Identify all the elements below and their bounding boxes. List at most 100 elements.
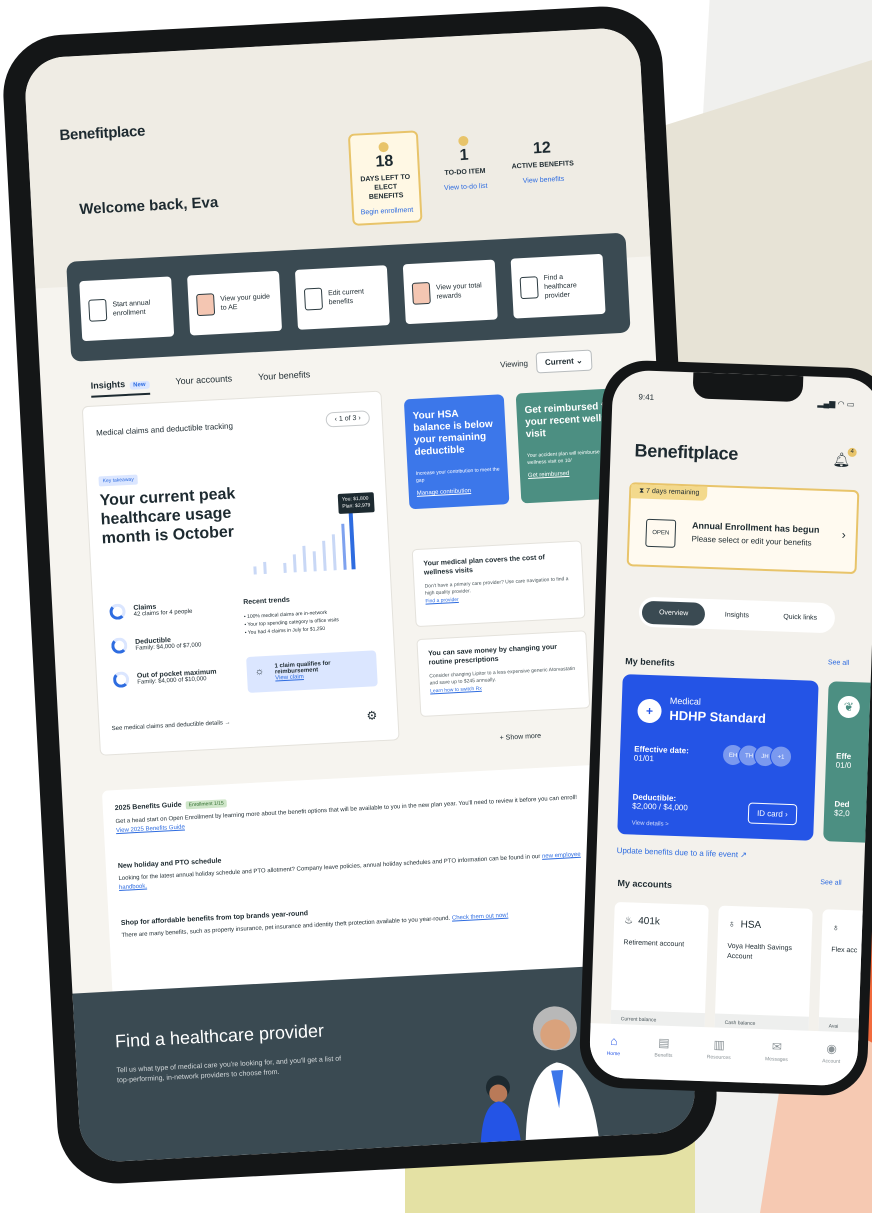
promo-body: Increase your contribution to meet the g… <box>415 466 500 484</box>
envelope-icon: ✉ <box>771 1039 783 1054</box>
chevron-down-icon: ⌄ <box>575 356 583 366</box>
claims-card: Medical claims and deductible tracking ‹… <box>81 390 400 756</box>
resources-icon: ▥ <box>713 1037 726 1052</box>
key-takeaway-tag: Key takeaway <box>98 474 139 487</box>
home-icon: ⌂ <box>609 1033 618 1049</box>
usage-bar <box>253 566 257 575</box>
usage-bar <box>302 545 307 572</box>
phone-notch <box>692 372 804 403</box>
account-card-flex[interactable]: ♁ Flex acc Avai <box>818 909 872 1041</box>
claims-pager[interactable]: ‹ 1 of 3 › <box>325 410 371 428</box>
tabbar-home[interactable]: ⌂ Home <box>606 1034 621 1078</box>
tab-label: Insights <box>90 379 126 391</box>
medical-benefit-card[interactable]: + Medical HDHP Standard Effective date: 0… <box>617 674 819 841</box>
my-accounts-title: My accounts <box>617 877 673 890</box>
phone-brand-logo[interactable]: Benefitplace <box>634 440 738 465</box>
usage-bar <box>292 554 297 573</box>
segment-insights[interactable]: Insights <box>705 610 769 619</box>
recent-trends: Recent trends • 100% medical claims are … <box>243 592 375 637</box>
gear-icon[interactable]: ⚙ <box>366 708 377 723</box>
progress-ring-icon <box>112 671 130 689</box>
piggy-bank-icon: ♁ <box>727 918 736 931</box>
quick-action-label: Find a healthcare provider <box>543 273 577 300</box>
quick-action-start-enrollment[interactable]: Start annual enrollment <box>79 276 175 342</box>
quick-action-find-provider[interactable]: Find a healthcare provider <box>510 253 606 319</box>
member-chips: EH TH JH +1 <box>721 743 793 769</box>
chevron-right-icon: › <box>841 527 847 542</box>
enrollment-icon <box>88 298 108 322</box>
claims-details-link[interactable]: See medical claims and deductible detail… <box>112 720 231 732</box>
benefits-guide-link[interactable]: View 2025 Benefits Guide <box>116 824 185 834</box>
segment-quick-links[interactable]: Quick links <box>768 613 832 622</box>
begin-enrollment-link[interactable]: Begin enrollment <box>358 206 416 218</box>
usage-bar <box>283 562 287 573</box>
viewing-control: Viewing Current ⌄ <box>500 349 593 376</box>
deductible: Deductible: $2,000 / $4,000 <box>632 792 688 812</box>
metric-claims: Claims 42 claims for 4 people <box>109 600 192 621</box>
lightbulb-icon: ☼ <box>254 666 265 678</box>
enrollment-title: Annual Enrollment has begun <box>691 520 820 535</box>
progress-ring-icon <box>109 603 126 621</box>
view-details-link[interactable]: View details > <box>632 820 669 827</box>
guide-icon <box>196 293 216 317</box>
insight-title: You can save money by changing your rout… <box>427 643 558 667</box>
deductible-value: $2,000 / $4,000 <box>632 801 688 813</box>
enrollment-subtitle: Please select or edit your benefits <box>691 534 812 548</box>
metric-deductible: Deductible Family: $4,000 of $7,000 <box>110 633 202 655</box>
banner-description: Tell us what type of medical care you're… <box>116 1055 342 1085</box>
dental-eff-value: 01/0 <box>835 760 852 771</box>
tabbar-benefits[interactable]: ▤ Benefits <box>654 1035 674 1080</box>
show-more-button[interactable]: + Show more <box>500 733 542 742</box>
life-event-link[interactable]: Update benefits due to a life event ↗ <box>616 846 747 860</box>
segment-overview[interactable]: Overview <box>641 600 706 626</box>
insight-wellness[interactable]: Your medical plan covers the cost of wel… <box>411 540 586 628</box>
trends-title: Recent trends <box>243 596 291 607</box>
usage-bar <box>322 540 327 571</box>
id-card-button[interactable]: ID card › <box>747 802 798 826</box>
hsa-promo-card[interactable]: Your HSA balance is below your remaining… <box>403 394 510 510</box>
insight-prescriptions[interactable]: You can save money by changing your rout… <box>416 630 591 718</box>
account-card-hsa[interactable]: ♁ HSA Voya Health Savings Account Cash ba… <box>714 905 813 1039</box>
stat-number: 18 <box>375 152 394 171</box>
bar-tooltip: You: $1,800 Plan: $2,979 <box>337 492 375 515</box>
quick-action-label: Start annual enrollment <box>112 299 151 318</box>
tabbar-account[interactable]: ◉ Account <box>821 1041 841 1086</box>
open-sign-icon: OPEN <box>645 518 677 548</box>
manage-contribution-link[interactable]: Manage contribution <box>416 484 501 500</box>
tabbar-label: Home <box>606 1050 621 1058</box>
dental-ded-value: $2,0 <box>833 808 850 819</box>
account-card-401k[interactable]: ♨ 401k Retirement account Current balance <box>610 901 709 1036</box>
pager-text: 1 of 3 <box>338 414 357 423</box>
benefits-see-all-link[interactable]: See all <box>828 659 850 667</box>
news-item: 2025 Benefits Guide Enrollment 1/15 Get a… <box>115 779 592 836</box>
accounts-see-all-link[interactable]: See all <box>820 879 842 887</box>
tab-your-accounts[interactable]: Your accounts <box>175 373 233 393</box>
benefits-icon: ▤ <box>657 1035 670 1050</box>
claims-title: Medical claims and deductible tracking <box>95 421 234 438</box>
news-item: Shop for affordable benefits from top br… <box>121 894 597 941</box>
quick-action-total-rewards[interactable]: View your total rewards <box>402 259 498 325</box>
check-them-out-link[interactable]: Check them out now! <box>452 913 509 922</box>
usage-bar <box>263 561 267 575</box>
quick-action-edit-benefits[interactable]: Edit current benefits <box>294 265 390 330</box>
status-time: 9:41 <box>638 392 655 402</box>
phone-device: 9:41 ▂▄▆ ◠ ▭ Benefitplace 🔔︎ 4 ⧗ 7 days … <box>578 359 872 1097</box>
tabbar-resources[interactable]: ▥ Resources <box>706 1037 731 1082</box>
enrollment-card[interactable]: ⧗ 7 days remaining OPEN Annual Enrollmen… <box>626 482 860 575</box>
account-name: HSA <box>740 919 762 932</box>
quick-action-guide[interactable]: View your guide to AE <box>187 270 283 336</box>
tab-insights[interactable]: Insights New <box>90 377 151 398</box>
viewing-select[interactable]: Current ⌄ <box>535 349 593 374</box>
news-item: New holiday and PTO schedule Looking for… <box>118 837 595 893</box>
dental-benefit-card[interactable]: ❦ Effe 01/0 Ded $2,0 <box>823 681 872 844</box>
signal-wifi-battery-icon: ▂▄▆ ◠ ▭ <box>817 398 855 409</box>
tabbar-messages[interactable]: ✉ Messages <box>764 1039 788 1084</box>
notification-badge: 4 <box>847 447 857 458</box>
stat-label: ACTIVE BENEFITS <box>511 160 575 171</box>
edit-benefits-icon <box>303 287 324 311</box>
tab-your-benefits[interactable]: Your benefits <box>258 369 311 389</box>
benefit-kind: Medical <box>669 695 702 707</box>
piggy-bank-icon: ♁ <box>831 922 840 934</box>
usage-bar <box>312 551 317 572</box>
stat-active-benefits: 12 ACTIVE BENEFITS View benefits <box>506 130 579 187</box>
